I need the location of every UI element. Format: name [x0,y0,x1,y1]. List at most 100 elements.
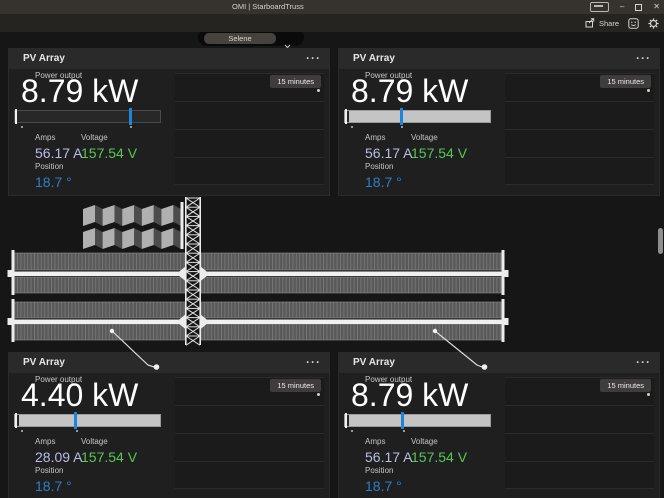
card-title: PV Array [353,49,395,69]
tab-selene[interactable]: Selene [204,33,276,44]
share-button[interactable]: Share [585,18,619,28]
position-value: 18.7 ° [35,174,72,190]
slider-min-tick [15,109,17,124]
pv-array-card-bottom-right: PV Array ··· Power output 8.79 kW Amps 5… [338,352,660,498]
amps-value: 28.09 A [35,449,83,465]
share-label: Share [599,19,619,28]
voltage-label: Voltage [411,437,467,446]
card-title: PV Array [23,49,65,69]
voltage-metric: Voltage 157.54 V [411,133,467,161]
more-options-button[interactable]: ··· [306,353,321,371]
position-value: 18.7 ° [365,174,402,190]
pv-array-card-bottom-left: PV Array ··· Power output 4.40 kW Amps 2… [8,352,330,498]
card-title: PV Array [23,353,65,373]
chart-data-point [317,393,320,396]
position-label: Position [35,466,72,475]
slider-tick-dot-min [21,430,23,432]
slider-tick-dot-min [351,126,353,128]
voltage-value: 157.54 V [81,449,137,465]
voltage-value: 157.54 V [411,145,467,161]
slider-min-tick [345,413,347,428]
power-slider[interactable] [14,110,161,123]
amps-metric: Amps 56.17 A [365,437,413,465]
slider-tick-dot-current [130,126,132,128]
trend-chart: 15 minutes [505,73,654,185]
amps-label: Amps [365,437,413,446]
card-header: PV Array ··· [339,49,659,69]
power-output-value: 4.40 kW [21,378,138,412]
slider-tick-dot-current [76,430,78,432]
card-header: PV Array ··· [9,353,329,373]
position-metric: Position 18.7 ° [35,466,72,494]
close-button[interactable]: ✕ [653,0,660,14]
scrollbar-thumb[interactable] [658,228,663,254]
more-options-button[interactable]: ··· [636,49,651,67]
amps-label: Amps [35,133,83,142]
slider-current-tick[interactable] [129,108,132,125]
trend-chart: 15 minutes [175,377,324,489]
card-title: PV Array [353,353,395,373]
more-options-button[interactable]: ··· [636,353,651,371]
time-range-badge[interactable]: 15 minutes [600,75,651,88]
position-label: Position [35,162,72,171]
voltage-label: Voltage [411,133,467,142]
position-metric: Position 18.7 ° [35,162,72,190]
app-badge-icon [590,2,609,12]
voltage-metric: Voltage 157.54 V [81,437,137,465]
voltage-value: 157.54 V [411,449,467,465]
power-slider-track [14,414,161,427]
chart-data-point [317,89,320,92]
solar-array-diagram [0,196,664,376]
share-icon [585,18,595,28]
chart-data-point [647,393,650,396]
solar-wings [8,250,509,342]
amps-value: 56.17 A [365,449,413,465]
position-label: Position [365,162,402,171]
position-label: Position [365,466,402,475]
amps-metric: Amps 28.09 A [35,437,83,465]
fold-mount-bar [181,202,184,249]
position-metric: Position 18.7 ° [365,466,402,494]
pv-array-card-top-right: PV Array ··· Power output 8.79 kW Amps 5… [338,48,660,196]
power-slider[interactable] [14,414,161,427]
time-range-badge[interactable]: 15 minutes [600,379,651,392]
folded-solar-panels [83,205,181,249]
amps-metric: Amps 56.17 A [35,133,83,161]
slider-tick-dot-min [351,430,353,432]
power-output-value: 8.79 kW [351,74,468,108]
restore-button[interactable] [635,4,642,11]
slider-current-tick[interactable] [400,108,403,125]
settings-gear-icon[interactable] [648,18,659,29]
power-slider[interactable] [344,414,491,427]
slider-min-tick [345,109,347,124]
trend-chart: 15 minutes [505,377,654,489]
power-slider-track [14,110,161,123]
card-header: PV Array ··· [339,353,659,373]
more-options-button[interactable]: ··· [306,49,321,67]
titlebar: OMI | StarboardTruss – ✕ [0,0,664,14]
voltage-label: Voltage [81,437,137,446]
power-slider[interactable] [344,110,491,123]
slider-tick-dot-current [401,126,403,128]
voltage-value: 157.54 V [81,145,137,161]
voltage-metric: Voltage 157.54 V [411,437,467,465]
power-slider-track [344,414,491,427]
slider-current-tick[interactable] [74,412,77,429]
voltage-metric: Voltage 157.54 V [81,133,137,161]
toolbar: Share [0,14,664,32]
slider-tick-dot-current [403,430,405,432]
tab-strip: Selene [198,32,304,46]
minimize-button[interactable]: – [620,0,624,14]
pv-array-card-top-left: PV Array ··· Power output 8.79 kW Amps 5… [8,48,330,196]
power-output-value: 8.79 kW [351,378,468,412]
slider-min-tick [15,413,17,428]
time-range-badge[interactable]: 15 minutes [270,379,321,392]
position-value: 18.7 ° [365,478,402,494]
app-window: OMI | StarboardTruss – ✕ Share [0,0,664,498]
time-range-badge[interactable]: 15 minutes [270,75,321,88]
window-controls: – ✕ [590,0,660,14]
slider-current-tick[interactable] [401,412,404,429]
power-slider-track [344,110,491,123]
feedback-icon[interactable] [628,18,639,29]
amps-metric: Amps 56.17 A [365,133,413,161]
